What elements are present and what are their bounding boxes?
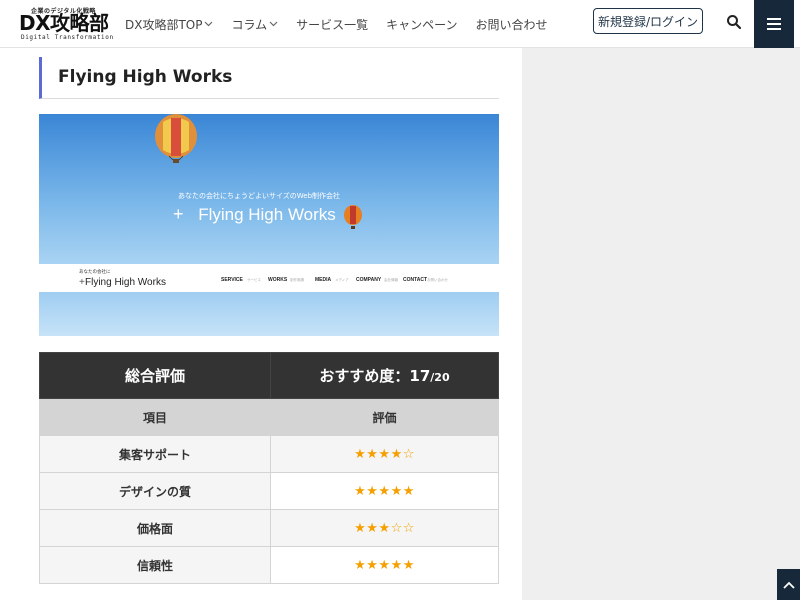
table-row: 価格面 ★★★☆☆ xyxy=(39,509,499,547)
nav-item-label: コラム xyxy=(231,17,268,32)
hero-menu-media-ja: メディア xyxy=(335,277,349,282)
criterion-label: 信頼性 xyxy=(39,546,271,584)
score-label: おすすめ度： xyxy=(319,367,410,385)
overall-rating-header: 総合評価 xyxy=(39,352,271,399)
scroll-to-top-button[interactable] xyxy=(777,569,800,600)
article-title: Flying High Works xyxy=(58,67,233,87)
logo-subtitle: Digital Transformation xyxy=(21,34,114,41)
criterion-label: 集客サポート xyxy=(39,435,271,473)
nav-item-dx-top[interactable]: DX攻略部TOP xyxy=(125,16,213,33)
hero-brand-name: Flying High Works xyxy=(198,205,336,224)
hero-brand-plus: + xyxy=(173,204,184,224)
table-row: デザインの質 ★★★★★ xyxy=(39,472,499,510)
hero-tagline: あなたの会社にちょうどよいサイズのWeb制作会社 xyxy=(178,191,340,200)
score-total: /20 xyxy=(430,371,450,384)
chevron-down-icon xyxy=(204,20,213,29)
criterion-label: デザインの質 xyxy=(39,472,271,510)
nav-item-label: キャンペーン xyxy=(386,17,458,32)
criterion-label: 価格面 xyxy=(39,509,271,547)
hamburger-menu-icon[interactable] xyxy=(754,0,794,48)
hero-menu-service: SERVICE xyxy=(221,277,244,283)
hero-menu-service-ja: サービス xyxy=(247,277,261,282)
star-rating: ★★★☆☆ xyxy=(354,520,415,536)
star-rating: ★★★★☆ xyxy=(354,446,415,462)
recommendation-score: おすすめ度：17/20 xyxy=(270,352,499,399)
logo-mark: DX攻略部 xyxy=(19,11,109,35)
hero-menu-contact-ja: お問い合わせ xyxy=(427,277,448,282)
star-rating: ★★★★★ xyxy=(354,483,415,499)
site-header: 企業のデジタル化戦略 DX攻略部 Digital Transformation … xyxy=(0,0,800,48)
hero-nav-brand: Flying High Works xyxy=(85,277,166,288)
hero-menu-company: COMPANY xyxy=(356,277,382,283)
signup-login-button[interactable]: 新規登録/ログイン xyxy=(593,8,703,34)
hero-menu-contact: CONTACT xyxy=(403,277,427,283)
main-nav: DX攻略部TOP コラム サービス一覧 キャンペーン お問い合わせ xyxy=(125,0,566,48)
hero-small-tagline: あなたの会社に xyxy=(79,268,111,275)
evaluation-table: 総合評価 おすすめ度：17/20 項目 評価 集客サポート ★★★★☆ デザイン… xyxy=(39,352,499,584)
table-row: 集客サポート ★★★★☆ xyxy=(39,435,499,473)
nav-item-label: サービス一覧 xyxy=(296,17,369,32)
score-value: 17 xyxy=(409,367,431,385)
nav-item-column[interactable]: コラム xyxy=(231,16,278,33)
article-heading: Flying High Works xyxy=(39,57,499,99)
sidebar xyxy=(522,48,800,600)
chevron-down-icon xyxy=(269,20,278,29)
nav-item-services[interactable]: サービス一覧 xyxy=(296,16,368,33)
nav-item-campaign[interactable]: キャンペーン xyxy=(386,16,457,33)
chevron-up-icon xyxy=(782,581,795,589)
hero-menu-works-ja: 制作実績 xyxy=(290,277,304,282)
column-header-rating: 評価 xyxy=(270,398,499,436)
column-header-item: 項目 xyxy=(39,398,271,436)
nav-item-contact[interactable]: お問い合わせ xyxy=(476,16,548,33)
search-icon[interactable] xyxy=(722,10,746,34)
hero-menu-works: WORKS xyxy=(268,277,288,283)
nav-item-label: DX攻略部TOP xyxy=(125,17,203,32)
site-logo[interactable]: 企業のデジタル化戦略 DX攻略部 Digital Transformation xyxy=(19,6,113,42)
hero-menu-company-ja: 会社情報 xyxy=(384,277,398,282)
star-rating: ★★★★★ xyxy=(354,557,415,573)
hero-menu-media: MEDIA xyxy=(315,277,332,283)
company-screenshot-image: あなたの会社にちょうどよいサイズのWeb制作会社 + Flying High W… xyxy=(39,114,499,336)
nav-item-label: お問い合わせ xyxy=(475,17,548,32)
table-row: 信頼性 ★★★★★ xyxy=(39,546,499,584)
